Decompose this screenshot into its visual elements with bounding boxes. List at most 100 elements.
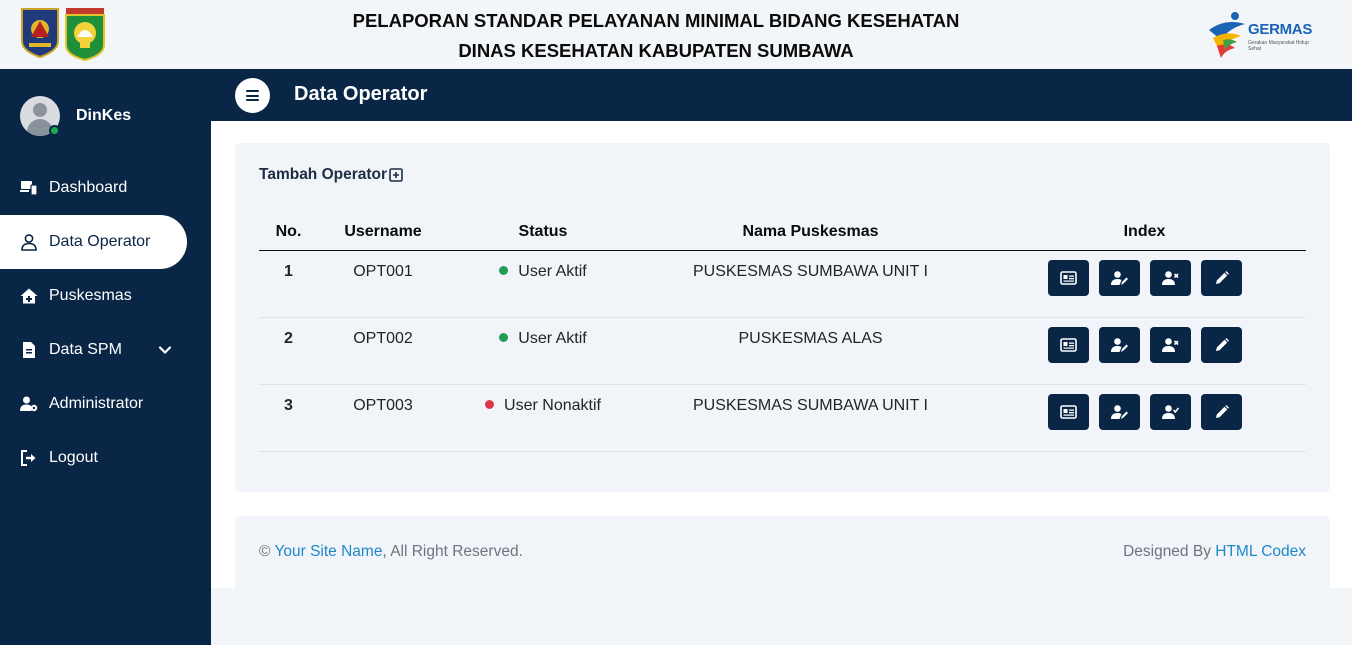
user-remove-icon <box>1161 270 1179 285</box>
id-card-icon <box>1059 270 1077 285</box>
chevron-down-icon[interactable] <box>158 343 172 357</box>
app-title-line-1: PELAPORAN STANDAR PELAYANAN MINIMAL BIDA… <box>352 10 960 31</box>
dashboard-icon <box>20 181 38 196</box>
table-row: 1 OPT001 User Aktif PUSKESMAS SUMBAWA UNIT … <box>259 250 1306 318</box>
row-puskesmas: PUSKESMAS SUMBAWA UNIT I <box>638 384 983 452</box>
view-detail-button[interactable] <box>1047 259 1089 296</box>
column-header-status: Status <box>448 214 638 251</box>
row-actions <box>983 384 1306 452</box>
row-puskesmas: PUSKESMAS ALAS <box>638 317 983 385</box>
germas-logo-tagline: Gerakan Masyarakat Hidup Sehat <box>1248 40 1309 52</box>
column-header-username: Username <box>318 214 448 251</box>
copyright: © Your Site Name, All Right Reserved. <box>259 543 523 561</box>
edit-user-button[interactable] <box>1098 393 1140 430</box>
add-operator-link[interactable]: Tambah Operator <box>259 166 387 184</box>
status-dot-icon <box>499 265 509 275</box>
row-puskesmas: PUSKESMAS SUMBAWA UNIT I <box>638 250 983 318</box>
page-title: Data Operator <box>294 83 428 105</box>
row-username: OPT003 <box>318 384 448 452</box>
sidebar: DinKes Dashboard Data Operator Puskesmas… <box>0 69 211 645</box>
pencil-icon <box>1215 270 1229 284</box>
row-status-text: User Aktif <box>518 262 587 280</box>
row-username: OPT002 <box>318 317 448 385</box>
designed-by-text: Designed By <box>1123 543 1216 560</box>
designer-link[interactable]: HTML Codex <box>1215 543 1306 560</box>
logout-icon <box>21 450 36 466</box>
column-header-index: Index <box>983 214 1306 251</box>
sidebar-item-label: Puskesmas <box>49 287 132 304</box>
table-row: 3 OPT003 User Nonaktif PUSKESMAS SUMBAWA UN… <box>259 384 1306 452</box>
copyright-symbol: © <box>259 543 271 560</box>
view-detail-button[interactable] <box>1047 326 1089 363</box>
column-header-no: No. <box>259 214 318 251</box>
ministry-logo-icon <box>21 8 59 59</box>
footer: © Your Site Name, All Right Reserved. De… <box>235 516 1330 588</box>
toggle-user-status-button[interactable] <box>1149 393 1191 430</box>
operator-table: No. Username Status Nama Puskesmas Index… <box>259 214 1306 452</box>
edit-button[interactable] <box>1200 393 1242 430</box>
toggle-user-status-button[interactable] <box>1149 259 1191 296</box>
row-number: 2 <box>259 317 318 385</box>
row-status-text: User Aktif <box>518 329 587 347</box>
sidebar-item-label: Logout <box>49 449 98 466</box>
designed-by: Designed By HTML Codex <box>1123 543 1306 561</box>
toggle-user-status-button[interactable] <box>1149 326 1191 363</box>
status-dot-icon <box>485 399 495 409</box>
sidebar-toggle-button[interactable] <box>235 78 270 113</box>
row-status: User Aktif <box>448 250 638 318</box>
sidebar-item-administrator[interactable]: Administrator <box>0 377 187 431</box>
sidebar-item-data-spm[interactable]: Data SPM <box>0 323 187 377</box>
house-icon <box>20 288 38 304</box>
top-header: PELAPORAN STANDAR PELAYANAN MINIMAL BIDA… <box>0 0 1352 69</box>
user-icon <box>21 234 37 251</box>
sidebar-item-label: Data Operator <box>49 233 151 250</box>
app-title-line-2: DINAS KESEHATAN KABUPATEN SUMBAWA <box>458 40 854 61</box>
table-header-row: No. Username Status Nama Puskesmas Index <box>259 214 1306 251</box>
column-header-puskesmas: Nama Puskesmas <box>638 214 983 251</box>
row-status: User Nonaktif <box>448 384 638 452</box>
user-remove-icon <box>1161 337 1179 352</box>
row-number: 1 <box>259 250 318 318</box>
plus-square-icon[interactable] <box>389 168 403 182</box>
row-status-text: User Nonaktif <box>504 396 601 414</box>
sidebar-item-label: Data SPM <box>49 341 122 358</box>
edit-button[interactable] <box>1200 326 1242 363</box>
sidebar-item-label: Dashboard <box>49 179 128 196</box>
user-check-icon <box>1161 404 1179 419</box>
pencil-icon <box>1215 337 1229 351</box>
germas-logo: GERMAS Gerakan Masyarakat Hidup Sehat <box>1205 10 1325 60</box>
row-username: OPT001 <box>318 250 448 318</box>
file-icon <box>23 342 35 358</box>
id-card-icon <box>1059 404 1077 419</box>
user-edit-icon <box>1110 270 1128 285</box>
id-card-icon <box>1059 337 1077 352</box>
user-edit-icon <box>1110 337 1128 352</box>
status-dot-icon <box>499 332 509 342</box>
row-status: User Aktif <box>448 317 638 385</box>
app-title: PELAPORAN STANDAR PELAYANAN MINIMAL BIDA… <box>306 6 1006 66</box>
sidebar-item-dashboard[interactable]: Dashboard <box>0 161 187 215</box>
regency-logo-icon <box>65 8 105 61</box>
germas-figure-icon <box>1209 12 1245 58</box>
user-edit-icon <box>1110 404 1128 419</box>
site-name-link[interactable]: Your Site Name <box>274 543 382 560</box>
row-number: 3 <box>259 384 318 452</box>
user-name: DinKes <box>76 107 132 124</box>
sidebar-item-data-operator[interactable]: Data Operator <box>0 215 187 269</box>
table-row: 2 OPT002 User Aktif PUSKESMAS ALAS <box>259 317 1306 385</box>
edit-user-button[interactable] <box>1098 326 1140 363</box>
view-detail-button[interactable] <box>1047 393 1089 430</box>
rights-text: , All Right Reserved. <box>382 543 523 560</box>
operator-card: Tambah Operator No. Username Status Nama… <box>235 143 1330 492</box>
sidebar-item-puskesmas[interactable]: Puskesmas <box>0 269 187 323</box>
edit-button[interactable] <box>1200 259 1242 296</box>
edit-user-button[interactable] <box>1098 259 1140 296</box>
online-status-icon <box>49 125 60 136</box>
row-actions <box>983 250 1306 318</box>
page-header-bar: Data Operator <box>211 69 1352 121</box>
sidebar-item-logout[interactable]: Logout <box>0 431 187 485</box>
users-gear-icon <box>20 396 38 412</box>
menu-icon <box>246 90 259 92</box>
row-actions <box>983 317 1306 385</box>
pencil-icon <box>1215 404 1229 418</box>
